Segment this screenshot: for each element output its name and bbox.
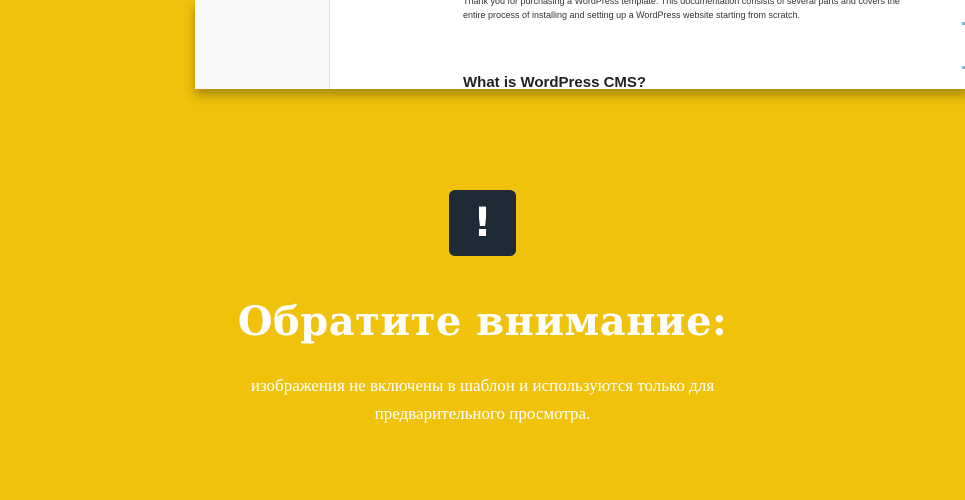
doc-intro-line-1: Thank you for purchasing a WordPress tem… — [463, 0, 900, 6]
exclamation-icon: ! — [449, 190, 516, 256]
doc-content: Thank you for purchasing a WordPress tem… — [463, 0, 933, 22]
doc-heading: What is WordPress CMS? — [463, 74, 647, 89]
doc-sidebar — [195, 0, 330, 89]
notice-text: изображения не включены в шаблон и испол… — [250, 376, 715, 423]
doc-intro-line-2: entire process of installing and setting… — [463, 10, 800, 20]
documentation-preview: Thank you for purchasing a WordPress tem… — [195, 0, 965, 89]
notice-title: Обратите внимание: — [237, 298, 728, 345]
